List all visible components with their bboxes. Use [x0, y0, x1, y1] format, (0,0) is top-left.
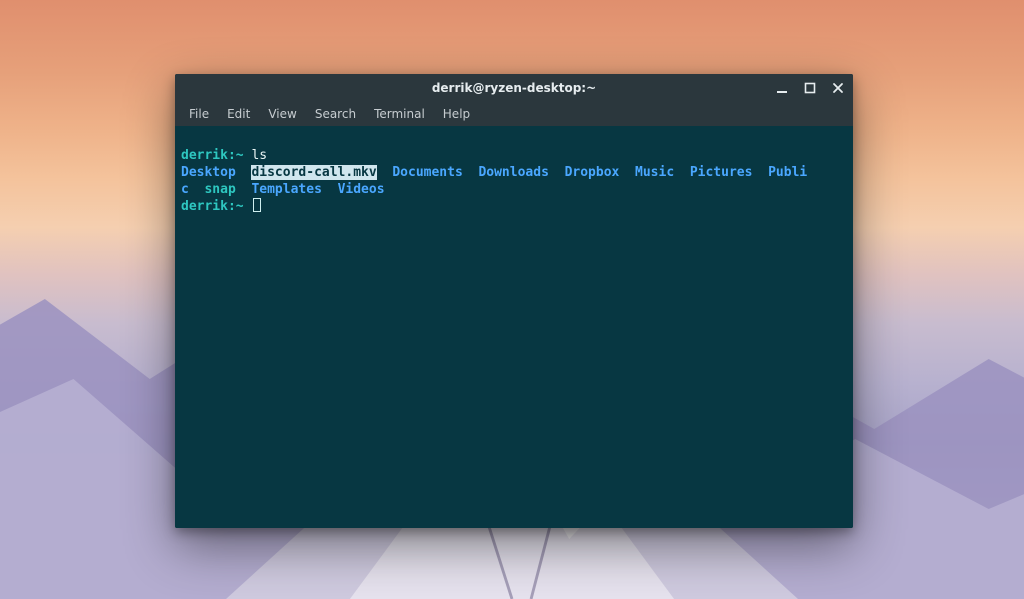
menu-edit[interactable]: Edit	[219, 105, 258, 123]
prompt: derrik:~	[181, 148, 244, 163]
terminal-body[interactable]: derrik:~ ls Desktop discord-call.mkv Doc…	[175, 126, 853, 528]
cursor	[253, 198, 261, 212]
ls-item: Desktop	[181, 165, 236, 180]
ls-item: Pictures	[690, 165, 753, 180]
ls-item: c	[181, 182, 189, 197]
ls-item: Music	[635, 165, 674, 180]
window-titlebar[interactable]: derrik@ryzen-desktop:~	[175, 74, 853, 102]
menu-view[interactable]: View	[260, 105, 304, 123]
menu-search[interactable]: Search	[307, 105, 364, 123]
close-icon	[832, 82, 844, 94]
menubar: File Edit View Search Terminal Help	[175, 102, 853, 126]
menu-help[interactable]: Help	[435, 105, 478, 123]
ls-item: Documents	[392, 165, 462, 180]
window-controls	[773, 74, 847, 102]
menu-file[interactable]: File	[181, 105, 217, 123]
ls-item: discord-call.mkv	[251, 165, 376, 180]
maximize-icon	[804, 82, 816, 94]
menu-terminal[interactable]: Terminal	[366, 105, 433, 123]
ls-item: Dropbox	[565, 165, 620, 180]
terminal-window: derrik@ryzen-desktop:~ File Edit View	[175, 74, 853, 528]
ls-item: Publi	[768, 165, 807, 180]
window-title: derrik@ryzen-desktop:~	[175, 81, 853, 95]
ls-item: snap	[204, 182, 235, 197]
close-button[interactable]	[829, 79, 847, 97]
prompt: derrik:~	[181, 199, 244, 214]
ls-item: Videos	[338, 182, 385, 197]
minimize-button[interactable]	[773, 79, 791, 97]
ls-item: Templates	[251, 182, 321, 197]
ls-item: Downloads	[478, 165, 548, 180]
maximize-button[interactable]	[801, 79, 819, 97]
minimize-icon	[776, 82, 788, 94]
command-text: ls	[251, 148, 267, 163]
